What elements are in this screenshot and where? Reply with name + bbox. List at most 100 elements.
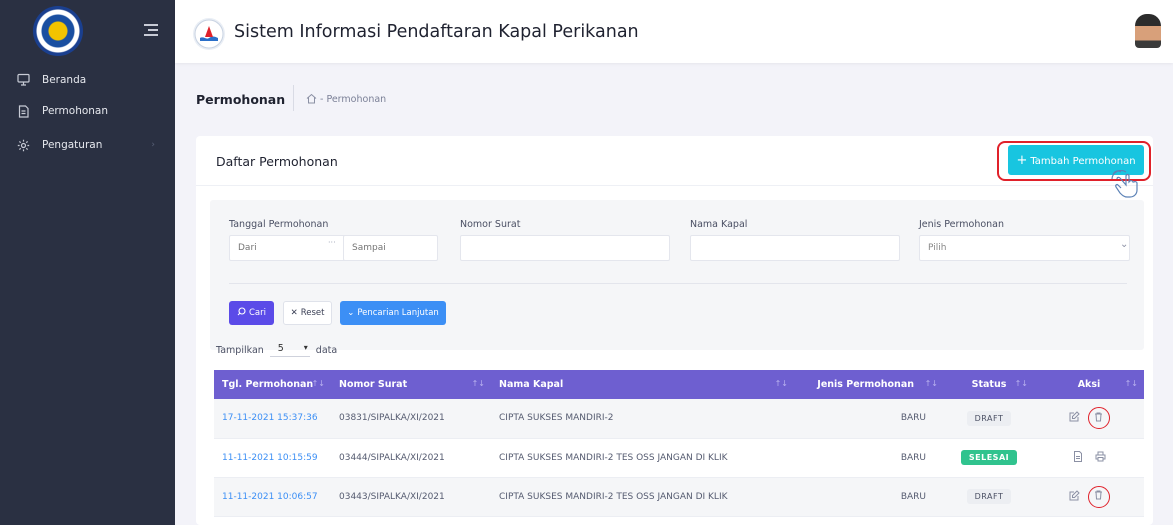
document-icon: [17, 104, 30, 118]
nama-kapal-input[interactable]: [690, 235, 900, 261]
sidebar-item-pengaturan[interactable]: Pengaturan ›: [0, 128, 175, 162]
cell-date[interactable]: 17-11-2021 15:37:36: [214, 399, 331, 439]
chevron-right-icon: ›: [151, 140, 155, 150]
sidebar-item-permohonan[interactable]: Permohonan: [0, 94, 175, 128]
sort-icon: ↑↓: [311, 379, 325, 388]
cell-aksi: [1034, 399, 1144, 439]
trash-icon: [1094, 412, 1103, 425]
menu-toggle-icon[interactable]: [144, 24, 158, 36]
filter-divider: [229, 283, 1127, 284]
delete-button[interactable]: [1087, 485, 1110, 508]
col-label: Status: [971, 379, 1007, 390]
cell-nama: CIPTA SUKSES MANDIRI-2 TES OSS JANGAN DI…: [491, 477, 794, 517]
jenis-permohonan-label: Jenis Permohonan: [919, 219, 1005, 230]
filter-panel: Tanggal Permohonan ··· Nomor Surat Nama …: [210, 200, 1144, 350]
file-icon[interactable]: [1073, 450, 1083, 465]
col-tgl-permohonan[interactable]: Tgl. Permohonan ↑↓: [214, 370, 331, 399]
cell-nama: CIPTA SUKSES MANDIRI-2 TES OSS JANGAN DI…: [491, 438, 794, 478]
cell-aksi: [1034, 477, 1144, 517]
jenis-permohonan-select[interactable]: Pilih: [919, 235, 1130, 261]
length-suffix: data: [315, 344, 338, 356]
col-nomor-surat[interactable]: Nomor Surat ↑↓: [331, 370, 491, 399]
search-icon: [237, 307, 246, 319]
chevron-down-icon: ▾: [303, 343, 308, 352]
col-jenis-permohonan[interactable]: Jenis Permohonan ↑↓: [794, 370, 944, 399]
col-status[interactable]: Status ↑↓: [944, 370, 1034, 399]
app-logo: [193, 18, 225, 50]
card-header: Daftar Permohonan + Tambah Permohonan: [196, 136, 1153, 198]
cell-nomor: 03831/SIPALKA/XI/2021: [331, 399, 491, 439]
trash-icon: [1094, 490, 1103, 503]
add-button-label: Tambah Permohonan: [1030, 155, 1136, 167]
close-icon: ✕: [290, 308, 298, 318]
cell-nomor: 03444/SIPALKA/XI/2021: [331, 438, 491, 478]
breadcrumb-divider: [293, 85, 294, 111]
col-label: Nama Kapal: [499, 379, 564, 390]
sidebar-item-label: Beranda: [42, 73, 87, 86]
permohonan-card: Daftar Permohonan + Tambah Permohonan Tan…: [196, 136, 1153, 525]
col-aksi[interactable]: Aksi ↑↓: [1034, 370, 1144, 399]
ministry-logo[interactable]: [33, 6, 83, 56]
status-badge: DRAFT: [966, 489, 1012, 504]
topbar: Sistem Informasi Pendaftaran Kapal Perik…: [175, 0, 1173, 63]
cell-nomor: 03443/SIPALKA/XI/2021: [331, 477, 491, 517]
monitor-icon: [17, 73, 30, 86]
col-nama-kapal[interactable]: Nama Kapal ↑↓: [491, 370, 794, 399]
cell-nama: CIPTA SUKSES MANDIRI-2: [491, 399, 794, 439]
cell-date[interactable]: 11-11-2021 10:15:59: [214, 438, 331, 478]
search-button[interactable]: Cari: [229, 301, 274, 325]
nama-kapal-label: Nama Kapal: [690, 219, 748, 230]
cell-date[interactable]: 11-11-2021 10:06:57: [214, 477, 331, 517]
print-icon[interactable]: [1095, 451, 1106, 465]
col-label: Aksi: [1077, 379, 1101, 390]
col-label: Nomor Surat: [339, 379, 408, 390]
reset-button-label: Reset: [300, 308, 325, 318]
page-length-value: 5: [277, 343, 284, 354]
sort-icon: ↑↓: [774, 379, 788, 388]
advanced-search-label: Pencarian Lanjutan: [357, 308, 439, 318]
cell-status: SELESAI: [944, 438, 1034, 478]
user-avatar[interactable]: [1135, 14, 1161, 48]
sidebar-item-beranda[interactable]: Beranda: [0, 65, 175, 94]
chevron-down-icon: ⌄: [1120, 239, 1129, 250]
cell-status: DRAFT: [944, 399, 1034, 439]
page-length-select[interactable]: 5 ▾: [269, 343, 310, 357]
gear-icon: [17, 139, 30, 152]
date-range-separator: ···: [328, 238, 336, 247]
card-title: Daftar Permohonan: [216, 154, 338, 169]
sidebar-brand: [0, 0, 175, 63]
page-title: Permohonan: [196, 92, 286, 107]
edit-icon[interactable]: [1069, 489, 1080, 504]
col-label: Tgl. Permohonan: [222, 379, 314, 390]
chevron-down-icon: ⌄: [347, 308, 355, 318]
breadcrumb-link[interactable]: - Permohonan: [320, 94, 386, 105]
cell-jenis: BARU: [794, 399, 944, 439]
status-badge: DRAFT: [966, 410, 1012, 426]
home-icon[interactable]: [306, 93, 317, 104]
cell-status: DRAFT: [944, 477, 1034, 517]
length-prefix: Tampilkan: [216, 344, 264, 356]
page-length-control: Tampilkan 5 ▾ data: [216, 343, 337, 357]
pointer-hand-icon: [1111, 169, 1145, 204]
edit-icon[interactable]: [1069, 411, 1080, 425]
cell-aksi: [1034, 438, 1144, 478]
nomor-surat-input[interactable]: [460, 235, 670, 261]
plus-icon: +: [1016, 152, 1028, 168]
table-row: 17-11-2021 15:37:36 03831/SIPALKA/XI/202…: [214, 399, 1144, 439]
search-button-label: Cari: [249, 308, 266, 318]
permohonan-table: Tgl. Permohonan ↑↓ Nomor Surat ↑↓ Nama Kap…: [214, 370, 1144, 517]
col-label: Jenis Permohonan: [817, 379, 914, 390]
date-to-input[interactable]: [343, 235, 438, 261]
sort-icon: ↑↓: [1014, 379, 1028, 388]
advanced-search-button[interactable]: ⌄ Pencarian Lanjutan: [340, 301, 446, 325]
reset-button[interactable]: ✕ Reset: [283, 301, 332, 325]
sidebar-item-label: Pengaturan: [42, 139, 103, 151]
cell-jenis: BARU: [794, 438, 944, 478]
delete-button[interactable]: [1087, 407, 1110, 430]
status-badge: SELESAI: [960, 450, 1018, 465]
table-header-row: Tgl. Permohonan ↑↓ Nomor Surat ↑↓ Nama Kap…: [214, 370, 1144, 399]
sort-icon: ↑↓: [924, 379, 938, 388]
tanggal-label: Tanggal Permohonan: [229, 219, 329, 230]
cell-jenis: BARU: [794, 477, 944, 517]
sidebar-item-label: Permohonan: [42, 105, 109, 117]
